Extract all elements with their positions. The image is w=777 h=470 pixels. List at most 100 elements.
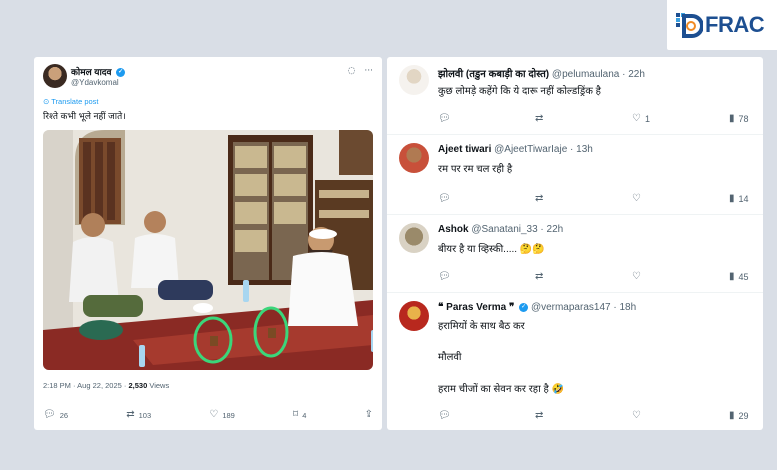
reply-text-line-1: हरामियों के साथ बैठ कर (438, 321, 525, 332)
tweet-actions: 💬︎ 26 ⇄ 103 ♡ 189 ⌑ 4 ⇪ (43, 407, 373, 423)
repost-button[interactable]: ⇄ (535, 194, 555, 204)
tweet-header: कोमल यादव ✓ @Ydavkomal ◌ ··· (43, 63, 373, 93)
header-icons: ◌ ··· (342, 66, 373, 76)
views-count: 78 (738, 114, 749, 124)
views-label: Views (147, 381, 170, 390)
reply-header: झोलवी (तडुन कबाड़ी का दोस्त) @pelumaulan… (438, 66, 645, 80)
reply-button[interactable]: 💬︎ (438, 194, 458, 204)
timestamp[interactable]: 2:18 PM · Aug 22, 2025 · (43, 381, 128, 390)
reply-text-line-3: हराम चीजों का सेवन कर रहा है 🤣 (438, 384, 565, 395)
repost-button[interactable]: ⇄ (535, 272, 555, 282)
avatar[interactable] (399, 143, 429, 173)
views-count: 2,530 (128, 381, 148, 390)
translate-label[interactable]: Translate post (51, 97, 98, 106)
avatar[interactable] (399, 223, 429, 253)
reply-icon: 💬︎ (43, 409, 56, 420)
reply-actions: 💬︎ ⇄ ♡ ▮ 14 (438, 192, 749, 206)
reply-icon: 💬︎ (438, 271, 451, 282)
repost-icon: ⇄ (535, 113, 544, 124)
tweet-text: रिश्ते कभी भूले नहीं जाते। (43, 111, 126, 121)
views-button[interactable]: ▮ 78 (729, 114, 749, 125)
replies-panel: झोलवी (तडुन कबाड़ी का दोस्त) @pelumaulan… (387, 57, 763, 430)
reply-icon: 💬︎ (438, 193, 451, 204)
reply-item[interactable]: Ajeet tiwari @AjeetTiwarIaje · 13h रम पर… (387, 135, 763, 215)
heart-icon: ♡ (632, 113, 641, 124)
reply-button[interactable]: 💬︎ 26 (43, 410, 68, 420)
more-options-icon[interactable]: ··· (364, 66, 373, 76)
repost-icon: ⇄ (535, 271, 544, 282)
like-count: 1 (644, 114, 650, 124)
verified-badge-icon: ✓ (519, 302, 529, 312)
reply-text: बीयर है या व्हिस्की..... 🤔🤔 (438, 244, 545, 255)
repost-icon: ⇄ (535, 193, 544, 204)
repost-icon: ⇄ (126, 409, 135, 420)
reply-handle[interactable]: @vermaparas147 · 18h (531, 302, 636, 313)
repost-button[interactable]: ⇄ (535, 411, 555, 421)
repost-count: 103 (138, 410, 152, 420)
reply-button[interactable]: 💬︎ (438, 114, 458, 124)
translate-link[interactable]: ⊙ Translate post (43, 97, 99, 106)
author-handle[interactable]: @Ydavkomal (71, 78, 119, 87)
reply-button[interactable]: 💬︎ (438, 272, 458, 282)
reply-button[interactable]: 💬︎ (438, 411, 458, 421)
author-name[interactable]: कोमल यादव ✓ (71, 65, 126, 78)
bookmark-button[interactable]: ⌑ 4 (293, 410, 306, 420)
reply-author-name[interactable]: झोलवी (तडुन कबाड़ी का दोस्त) (438, 69, 549, 80)
like-button[interactable]: ♡ (632, 411, 652, 421)
bookmark-count: 4 (302, 410, 307, 420)
views-button[interactable]: ▮ 29 (729, 410, 749, 422)
reply-count: 26 (59, 410, 69, 420)
like-button[interactable]: ♡ 1 (632, 113, 652, 125)
reply-icon: 💬︎ (438, 113, 451, 124)
tweet-photo-image (43, 130, 373, 370)
heart-icon: ♡ (209, 409, 219, 420)
reply-item[interactable]: ❝ Paras Verma ❞ ✓ @vermaparas147 · 18h ह… (387, 293, 763, 430)
reply-handle[interactable]: @Sanatani_33 · 22h (471, 224, 563, 235)
dfrac-logo-text: FRAC (705, 12, 765, 37)
reply-icon: 💬︎ (438, 410, 451, 421)
reply-author-name[interactable]: Ajeet tiwari (438, 144, 491, 155)
reply-item[interactable]: झोलवी (तडुन कबाड़ी का दोस्त) @pelumaulan… (387, 57, 763, 135)
tweet-meta: 2:18 PM · Aug 22, 2025 · 2,530 Views (43, 381, 169, 390)
repost-icon: ⇄ (535, 410, 544, 421)
like-button[interactable]: ♡ (632, 194, 652, 204)
dfrac-logo: FRAC (667, 0, 777, 50)
views-button[interactable]: ▮ 45 (729, 271, 749, 283)
bookmark-icon: ⌑ (293, 409, 299, 420)
share-icon: ⇪ (364, 409, 373, 420)
translate-icon: ⊙ (43, 97, 50, 106)
reply-author-name[interactable]: ❝ Paras Verma ❞ (438, 302, 514, 313)
repost-button[interactable]: ⇄ (535, 114, 555, 124)
tweet-card: कोमल यादव ✓ @Ydavkomal ◌ ··· ⊙ Translate… (34, 57, 382, 430)
heart-icon: ♡ (632, 271, 641, 282)
reply-actions: 💬︎ ⇄ ♡ ▮ 45 (438, 270, 749, 284)
avatar[interactable] (43, 64, 67, 88)
tweet-photo[interactable] (43, 130, 373, 370)
views-icon: ▮ (729, 410, 735, 421)
reply-handle[interactable]: @pelumaulana · 22h (552, 69, 645, 80)
reply-actions: 💬︎ ⇄ ♡ 1 ▮ 78 (438, 112, 749, 126)
views-count: 45 (738, 272, 749, 282)
repost-button[interactable]: ⇄ 103 (126, 410, 151, 420)
reply-text-line-2: मौलवी (438, 352, 462, 363)
reply-item[interactable]: Ashok @Sanatani_33 · 22h बीयर है या व्हि… (387, 215, 763, 293)
reply-text: रम पर रम चल रही है (438, 164, 513, 175)
views-button[interactable]: ▮ 14 (729, 194, 749, 205)
views-icon: ▮ (729, 271, 735, 282)
avatar[interactable] (399, 301, 429, 331)
reply-header: ❝ Paras Verma ❞ ✓ @vermaparas147 · 18h (438, 302, 636, 313)
author-name-text[interactable]: कोमल यादव (71, 67, 112, 77)
share-button[interactable]: ⇪ (365, 410, 373, 420)
reply-author-name[interactable]: Ashok (438, 224, 469, 235)
views-count: 29 (738, 411, 749, 421)
heart-icon: ♡ (632, 410, 641, 421)
reply-text: कुछ लोमड़े कहेंगे कि ये दारू नहीं कोल्डड… (438, 86, 601, 97)
reply-handle[interactable]: @AjeetTiwarIaje · 13h (494, 144, 593, 155)
views-count: 14 (738, 194, 749, 204)
like-button[interactable]: ♡ (632, 272, 652, 282)
reply-header: Ashok @Sanatani_33 · 22h (438, 224, 563, 235)
heart-icon: ♡ (632, 193, 641, 204)
like-button[interactable]: ♡ 189 (209, 410, 234, 420)
avatar[interactable] (399, 65, 429, 95)
grok-icon[interactable]: ◌ (348, 66, 356, 76)
